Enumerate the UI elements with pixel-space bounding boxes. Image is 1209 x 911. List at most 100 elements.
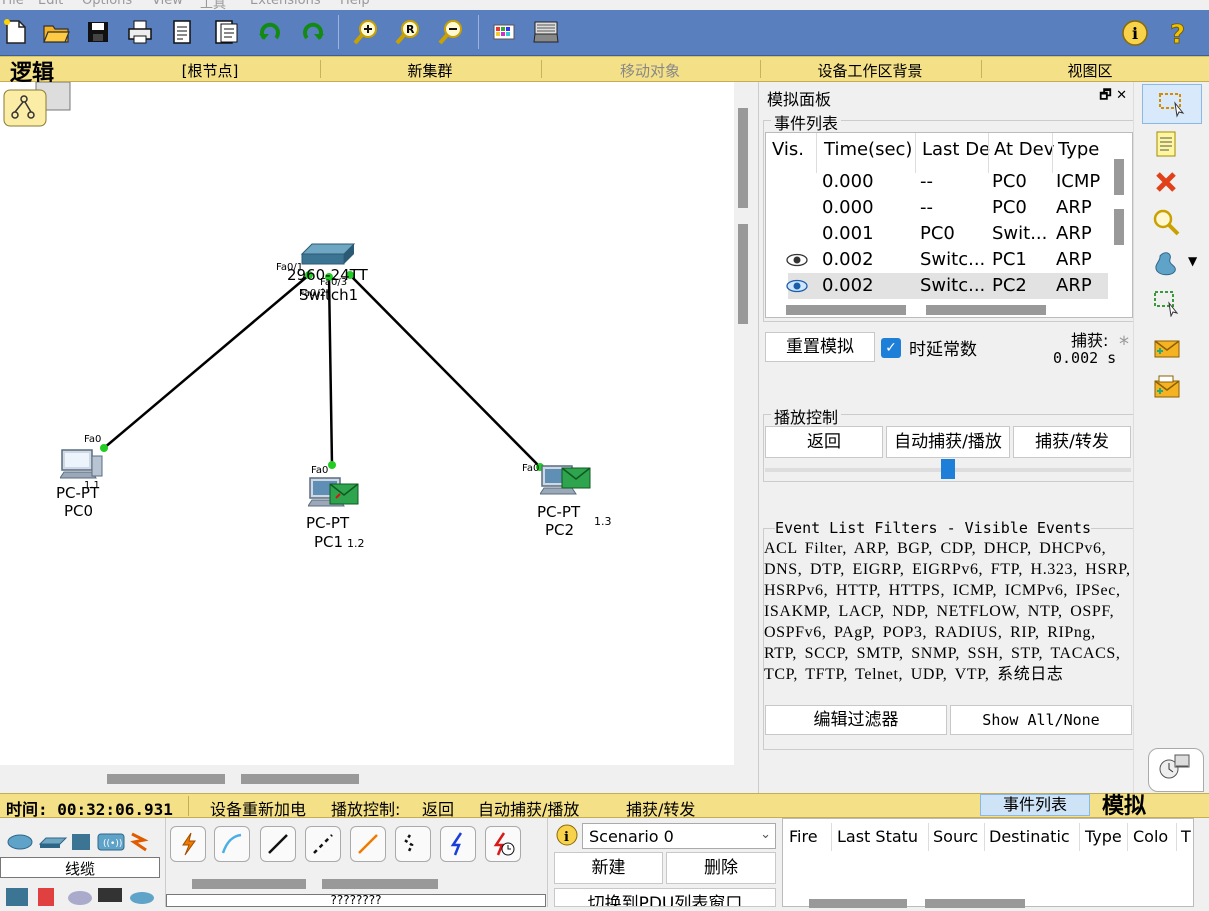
event-list-tab[interactable]: 事件列表 xyxy=(980,794,1090,816)
panel-window-controls[interactable]: 🗗 ✕ xyxy=(1099,86,1127,108)
save-icon[interactable] xyxy=(82,16,114,48)
link-pc1-switch[interactable] xyxy=(327,276,334,466)
fiber-cable-icon[interactable] xyxy=(350,826,386,862)
new-scenario-button[interactable]: 新建 xyxy=(554,852,663,884)
delete-scenario-button[interactable]: 删除 xyxy=(666,852,776,884)
event-row-selected[interactable]: 0.002 Switc... PC2 ARP xyxy=(786,273,1108,299)
event-row[interactable]: 0.000 -- PC0 ICMP xyxy=(766,169,1106,195)
delete-tool-icon[interactable] xyxy=(1144,162,1188,202)
simulation-mode-label[interactable]: 模拟 xyxy=(1102,788,1146,820)
menu-edit[interactable]: Edit xyxy=(38,0,63,8)
link-pc2-switch[interactable] xyxy=(349,274,541,468)
menu-extensions[interactable]: Extensions xyxy=(250,0,321,8)
workspace-horizontal-scrollbar[interactable] xyxy=(0,765,758,793)
workspace-background-button[interactable]: 设备工作区背景 xyxy=(800,60,940,81)
inspect-tool-icon[interactable] xyxy=(1144,202,1188,242)
pdu-list-table[interactable]: Fire Last Statu Sourc Destinatic Type Co… xyxy=(782,818,1194,908)
note-tool-icon[interactable] xyxy=(1144,124,1188,164)
column-header[interactable]: Destinatic xyxy=(989,827,1070,846)
info-icon[interactable]: i xyxy=(1117,15,1153,51)
menu-help[interactable]: Help xyxy=(340,0,370,8)
column-header[interactable]: Type xyxy=(1058,139,1099,160)
column-header[interactable]: Sourc xyxy=(933,827,978,846)
auto-connect-cable-icon[interactable] xyxy=(170,826,206,862)
link-pc0-switch[interactable] xyxy=(103,274,310,449)
console-cable-icon[interactable] xyxy=(214,826,250,862)
connections-category-icon[interactable] xyxy=(130,832,149,852)
playback-speed-slider-thumb[interactable] xyxy=(941,459,955,479)
event-list-scroll-thumb[interactable] xyxy=(1114,159,1124,195)
logical-workspace[interactable]: 2960-24TT Switch1 Fa0/1 Fa0/2 Fa0/3 Fa0 … xyxy=(0,82,734,765)
cable-scroll-thumb[interactable] xyxy=(192,879,306,889)
hub-category-icon[interactable] xyxy=(72,834,90,850)
constant-delay-checkbox[interactable]: ✓ xyxy=(881,338,901,358)
column-header[interactable]: Fire xyxy=(789,827,818,846)
draw-shape-tool-icon[interactable] xyxy=(1144,242,1188,282)
column-header[interactable]: Last Statu xyxy=(837,827,918,846)
wan-subcategory-icon[interactable] xyxy=(130,892,154,904)
event-row[interactable]: 0.002 Switc... PC1 ARP xyxy=(766,247,1106,273)
power-cycle-button[interactable]: 设备重新加电 xyxy=(210,796,306,820)
palette-icon[interactable] xyxy=(488,16,520,48)
root-node-button[interactable]: [根节点] xyxy=(160,60,260,81)
redo-icon[interactable] xyxy=(297,16,329,48)
menu-file[interactable]: File xyxy=(2,0,24,8)
cable-scroll-thumb[interactable] xyxy=(322,879,438,889)
simulation-mode-icon[interactable] xyxy=(1148,748,1204,792)
server-subcategory-icon[interactable] xyxy=(38,888,54,906)
status-back-button[interactable]: 返回 xyxy=(422,796,454,820)
event-list-hscroll-thumb[interactable] xyxy=(786,305,906,315)
activity-wizard-icon[interactable] xyxy=(166,16,198,48)
info-icon[interactable]: i xyxy=(556,824,578,846)
resize-shape-tool-icon[interactable] xyxy=(1144,282,1188,322)
cloud-subcategory-icon[interactable] xyxy=(68,891,92,905)
edit-filters-button[interactable]: 编辑过滤器 xyxy=(765,705,947,735)
back-button[interactable]: 返回 xyxy=(765,426,883,458)
status-capture-button[interactable]: 捕获/转发 xyxy=(626,796,695,820)
event-row[interactable]: 0.001 PC0 Swit... ARP xyxy=(766,221,1106,247)
event-list-hscroll-thumb[interactable] xyxy=(926,305,1046,315)
new-cluster-button[interactable]: 新集群 xyxy=(380,60,480,81)
scroll-thumb[interactable] xyxy=(107,774,225,784)
scroll-thumb[interactable] xyxy=(738,108,748,208)
switch-category-icon[interactable] xyxy=(38,837,68,848)
menu-options[interactable]: Options xyxy=(82,0,132,8)
event-list-table[interactable]: Vis. Time(sec) Last De At Dev Type 0.000… xyxy=(765,132,1133,318)
column-header[interactable]: Time(sec) xyxy=(824,139,912,160)
column-header[interactable]: Colo xyxy=(1133,827,1168,846)
phone-cable-icon[interactable] xyxy=(395,826,431,862)
print-icon[interactable] xyxy=(124,16,156,48)
undo-icon[interactable] xyxy=(254,16,286,48)
column-header[interactable]: T xyxy=(1181,827,1191,846)
column-header[interactable]: Last De xyxy=(922,139,990,160)
pdu-envelope-icon[interactable] xyxy=(329,483,359,505)
pc2-icon[interactable] xyxy=(540,464,600,508)
event-list-scroll-thumb[interactable] xyxy=(1114,209,1124,245)
toggle-pdu-list-button[interactable]: 切换到PDU列表窗口 xyxy=(554,888,776,907)
add-complex-pdu-icon[interactable] xyxy=(1144,368,1188,408)
crossover-cable-icon[interactable] xyxy=(305,826,341,862)
cluster-navigation-icon[interactable] xyxy=(3,82,71,127)
column-header[interactable]: Type xyxy=(1085,827,1122,846)
chevron-down-icon[interactable]: ▼ xyxy=(1188,254,1197,268)
select-tool-icon[interactable] xyxy=(1142,84,1202,124)
auto-capture-play-button[interactable]: 自动捕获/播放 xyxy=(886,426,1010,458)
status-auto-button[interactable]: 自动捕获/播放 xyxy=(478,796,579,820)
scenario-select[interactable]: Scenario 0 ⌄ xyxy=(582,823,776,849)
pc-subcategory-icon[interactable] xyxy=(6,888,28,906)
show-all-none-button[interactable]: Show All/None xyxy=(950,705,1132,735)
workspace-vertical-scrollbar[interactable] xyxy=(734,82,758,765)
help-icon[interactable]: ? xyxy=(1160,15,1196,51)
straight-through-cable-icon[interactable] xyxy=(260,826,296,862)
zoom-reset-icon[interactable]: R xyxy=(392,16,424,48)
add-simple-pdu-icon[interactable] xyxy=(1144,328,1188,368)
switch-icon[interactable] xyxy=(300,243,356,265)
open-folder-icon[interactable] xyxy=(40,16,72,48)
scroll-thumb[interactable] xyxy=(241,774,359,784)
move-object-button[interactable]: 移动对象 xyxy=(600,60,700,81)
capture-forward-button[interactable]: 捕获/转发 xyxy=(1013,426,1131,458)
menu-tools[interactable]: 工具 xyxy=(200,0,226,10)
pdu-envelope-icon[interactable] xyxy=(561,467,591,489)
reset-simulation-button[interactable]: 重置模拟 xyxy=(765,332,875,362)
column-header[interactable]: Vis. xyxy=(772,139,804,160)
